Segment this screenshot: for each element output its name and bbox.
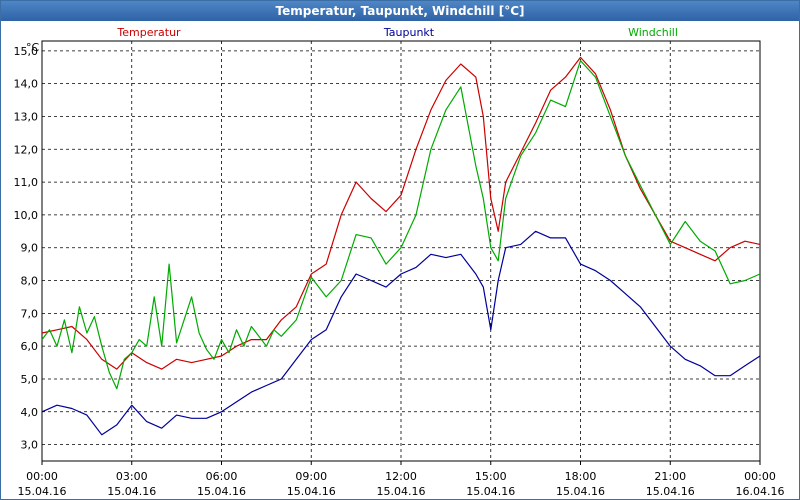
chart-svg: 3,0 4,0 5,0 6,0 7,0 8,0 9,0 10,0 11,0 12,0 13,0 14,… xyxy=(14,26,785,498)
x-tick-time: 18:00 xyxy=(565,470,597,483)
x-tick-time: 12:00 xyxy=(385,470,417,483)
legend-temperatur: Temperatur xyxy=(116,26,181,39)
y-tick-label: 8,0 xyxy=(21,275,39,288)
y-tick-label: 11,0 xyxy=(14,176,39,189)
y-tick-label: 13,0 xyxy=(14,110,39,123)
x-tick-time: 21:00 xyxy=(654,470,686,483)
x-tick-time: 03:00 xyxy=(116,470,148,483)
x-tick-time: 09:00 xyxy=(295,470,327,483)
y-tick-label: 6,0 xyxy=(21,340,39,353)
y-tick-label: 12,0 xyxy=(14,143,39,156)
y-tick-label: 5,0 xyxy=(21,373,39,386)
x-tick-time: 06:00 xyxy=(206,470,238,483)
y-axis-label: °C xyxy=(26,41,40,54)
y-tick-label: 14,0 xyxy=(14,78,39,91)
legend-taupunkt: Taupunkt xyxy=(383,26,435,39)
x-tick-time: 15:00 xyxy=(475,470,507,483)
y-tick-label: 9,0 xyxy=(21,242,39,255)
y-tick-label: 7,0 xyxy=(21,307,39,320)
x-tick-date: 15.04.16 xyxy=(107,485,156,498)
x-tick-date: 15.04.16 xyxy=(646,485,695,498)
chart-window: Temperatur, Taupunkt, Windchill [°C] 3,0… xyxy=(0,0,800,500)
x-tick-date: 16.04.16 xyxy=(736,485,785,498)
x-tick-time: 00:00 xyxy=(744,470,776,483)
x-tick-time: 00:00 xyxy=(26,470,58,483)
x-tick-date: 15.04.16 xyxy=(287,485,336,498)
x-tick-date: 15.04.16 xyxy=(556,485,605,498)
x-tick-date: 15.04.16 xyxy=(466,485,515,498)
legend-windchill: Windchill xyxy=(628,26,678,39)
x-tick-date: 15.04.16 xyxy=(18,485,67,498)
y-tick-label: 4,0 xyxy=(21,406,39,419)
x-tick-date: 15.04.16 xyxy=(377,485,426,498)
y-tick-label: 10,0 xyxy=(14,209,39,222)
x-tick-date: 15.04.16 xyxy=(197,485,246,498)
y-tick-label: 3,0 xyxy=(21,439,39,452)
